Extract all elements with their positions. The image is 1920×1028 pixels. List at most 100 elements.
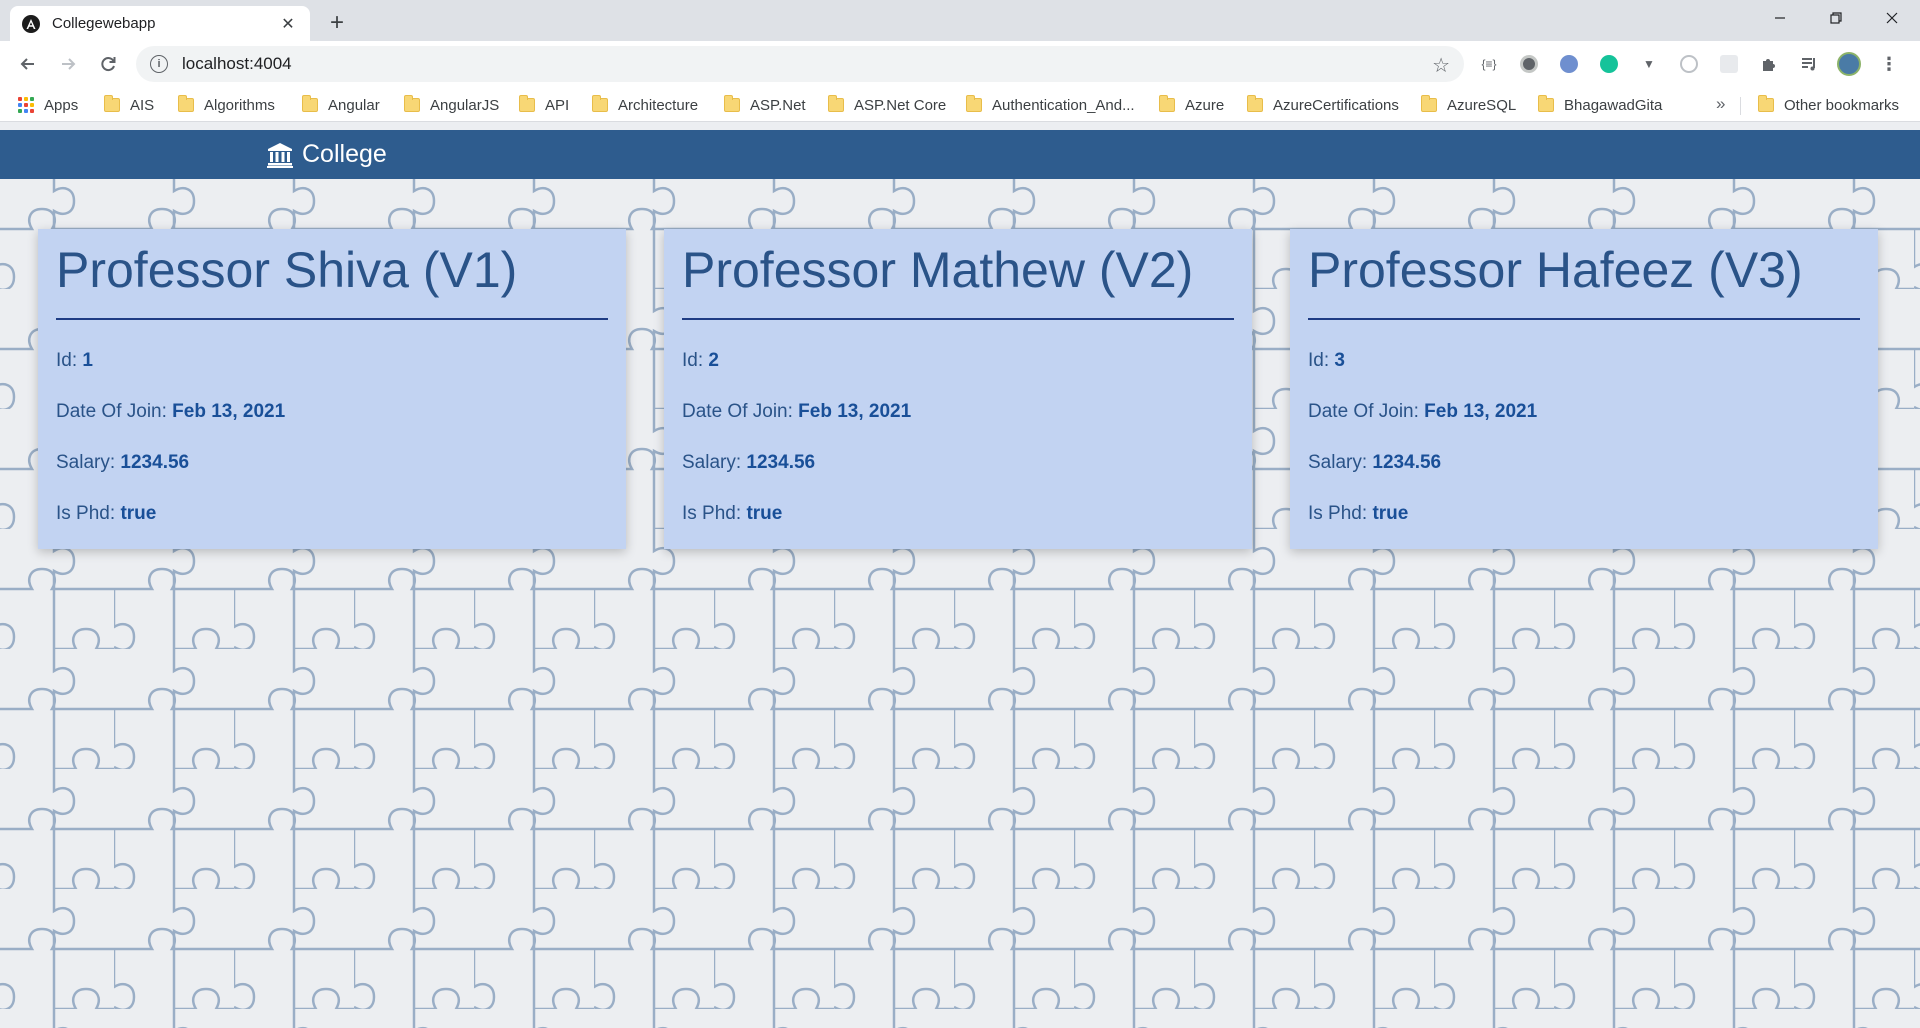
target-extension-icon[interactable] xyxy=(1676,51,1702,77)
folder-icon xyxy=(1247,95,1263,112)
field-value: Feb 13, 2021 xyxy=(798,401,912,422)
bookmark-folder[interactable]: BhagawadGita xyxy=(1538,94,1662,116)
field-value: 1234.56 xyxy=(120,452,190,473)
bookmark-apps[interactable]: Apps xyxy=(18,94,78,116)
field-label: Id: xyxy=(682,350,704,371)
field-is-phd: Is Phd: true xyxy=(1308,503,1860,525)
folder-icon xyxy=(828,95,844,112)
bookmark-label: Other bookmarks xyxy=(1784,96,1900,114)
bookmark-label: BhagawadGita xyxy=(1564,96,1663,114)
professor-name: Professor Shiva (V1) xyxy=(56,243,608,320)
field-value: 1234.56 xyxy=(1372,452,1442,473)
bookmark-folder[interactable]: ASP.Net xyxy=(724,94,806,116)
field-value: 2 xyxy=(708,350,719,371)
bookmark-folder[interactable]: AzureSQL xyxy=(1421,94,1516,116)
more-bookmarks-button[interactable]: » xyxy=(1716,94,1725,114)
puzzle-extensions-icon[interactable] xyxy=(1756,51,1782,77)
field-label: Date Of Join: xyxy=(1308,401,1419,422)
bookmarks-bar: Apps AIS Algorithms Angular AngularJS AP… xyxy=(0,87,1920,122)
folder-icon xyxy=(404,95,420,112)
bookmark-label: AzureSQL xyxy=(1447,96,1517,114)
folder-icon xyxy=(724,95,740,112)
browser-tabstrip: Collegewebapp ✕ + xyxy=(0,0,1920,41)
circle-extension-icon[interactable] xyxy=(1516,51,1542,77)
field-value: 3 xyxy=(1334,350,1345,371)
bookmarks-divider xyxy=(1740,97,1741,115)
site-info-icon[interactable]: i xyxy=(150,55,168,73)
field-salary: Salary: 1234.56 xyxy=(1308,452,1860,474)
professor-card: Professor Shiva (V1) Id: 1 Date Of Join:… xyxy=(38,229,626,549)
field-value: true xyxy=(746,503,783,524)
field-id: Id: 3 xyxy=(1308,350,1860,372)
field-value: Feb 13, 2021 xyxy=(172,401,286,422)
minimize-button[interactable] xyxy=(1752,0,1808,36)
json-extension-icon[interactable]: {≡} xyxy=(1476,51,1502,77)
field-id: Id: 2 xyxy=(682,350,1234,372)
blank-extension-icon[interactable] xyxy=(1716,51,1742,77)
field-label: Date Of Join: xyxy=(56,401,167,422)
bookmark-folder[interactable]: Algorithms xyxy=(178,94,275,116)
forward-icon[interactable] xyxy=(52,48,84,80)
bookmark-label: API xyxy=(545,96,570,114)
bookmark-folder[interactable]: ASP.Net Core xyxy=(828,94,946,116)
close-tab-icon[interactable]: ✕ xyxy=(278,14,298,34)
bookmark-folder[interactable]: AIS xyxy=(104,94,154,116)
brand-link[interactable]: College xyxy=(302,140,387,169)
menu-kebab-icon[interactable]: ⋮ xyxy=(1876,51,1902,77)
grammarly-icon[interactable] xyxy=(1596,51,1622,77)
folder-icon xyxy=(966,95,982,112)
bookmark-label: AngularJS xyxy=(430,96,500,114)
folder-icon xyxy=(1758,95,1774,112)
bookmark-folder[interactable]: Angular xyxy=(302,94,380,116)
profile-avatar[interactable] xyxy=(1836,51,1862,77)
vue-devtools-icon[interactable]: ▼ xyxy=(1636,51,1662,77)
field-id: Id: 1 xyxy=(56,350,608,372)
media-queue-icon[interactable] xyxy=(1796,51,1822,77)
feather-extension-icon[interactable] xyxy=(1556,51,1582,77)
bookmark-label: AzureCertifications xyxy=(1273,96,1399,114)
folder-icon xyxy=(178,95,194,112)
other-bookmarks-folder[interactable]: Other bookmarks xyxy=(1758,94,1899,116)
field-label: Is Phd: xyxy=(56,503,116,524)
reload-icon[interactable] xyxy=(92,48,124,80)
close-window-button[interactable] xyxy=(1864,0,1920,36)
bookmark-label: Angular xyxy=(328,96,380,114)
bookmark-label: Architecture xyxy=(618,96,699,114)
field-label: Date Of Join: xyxy=(682,401,793,422)
extensions-area: {≡} ▼ ⋮ xyxy=(1476,48,1916,80)
apps-grid-icon xyxy=(18,97,34,113)
folder-icon xyxy=(302,95,318,112)
bookmark-label: Authentication_And... xyxy=(992,96,1135,114)
browser-toolbar: i localhost:4004 ☆ {≡} ▼ ⋮ xyxy=(0,41,1920,87)
field-date-of-join: Date Of Join: Feb 13, 2021 xyxy=(56,401,608,423)
bookmark-folder[interactable]: Authentication_And... xyxy=(966,94,1135,116)
bookmark-label: Apps xyxy=(44,96,79,114)
professor-card: Professor Hafeez (V3) Id: 3 Date Of Join… xyxy=(1290,229,1878,549)
bookmark-label: Algorithms xyxy=(204,96,275,114)
field-value: 1 xyxy=(82,350,93,371)
browser-tab[interactable]: Collegewebapp ✕ xyxy=(10,6,310,41)
field-label: Salary: xyxy=(1308,452,1368,473)
field-value: 1234.56 xyxy=(746,452,816,473)
professor-name: Professor Hafeez (V3) xyxy=(1308,243,1860,320)
bookmark-label: ASP.Net xyxy=(750,96,806,114)
angular-icon xyxy=(22,14,40,33)
bookmark-folder[interactable]: API xyxy=(519,94,569,116)
address-bar[interactable]: i localhost:4004 ☆ xyxy=(136,46,1464,82)
back-icon[interactable] xyxy=(12,48,44,80)
folder-icon xyxy=(1159,95,1175,112)
tab-title: Collegewebapp xyxy=(52,15,156,32)
bookmark-folder[interactable]: Azure xyxy=(1159,94,1224,116)
bookmark-folder[interactable]: AngularJS xyxy=(404,94,499,116)
new-tab-button[interactable]: + xyxy=(322,8,352,38)
bookmark-folder[interactable]: AzureCertifications xyxy=(1247,94,1399,116)
bookmark-star-icon[interactable]: ☆ xyxy=(1432,53,1450,78)
bookmark-folder[interactable]: Architecture xyxy=(592,94,698,116)
bookmark-label: ASP.Net Core xyxy=(854,96,947,114)
professor-cards: Professor Shiva (V1) Id: 1 Date Of Join:… xyxy=(38,229,1882,549)
restore-button[interactable] xyxy=(1808,0,1864,36)
folder-icon xyxy=(1421,95,1437,112)
field-salary: Salary: 1234.56 xyxy=(56,452,608,474)
app-navbar: College xyxy=(0,130,1920,179)
field-is-phd: Is Phd: true xyxy=(682,503,1234,525)
